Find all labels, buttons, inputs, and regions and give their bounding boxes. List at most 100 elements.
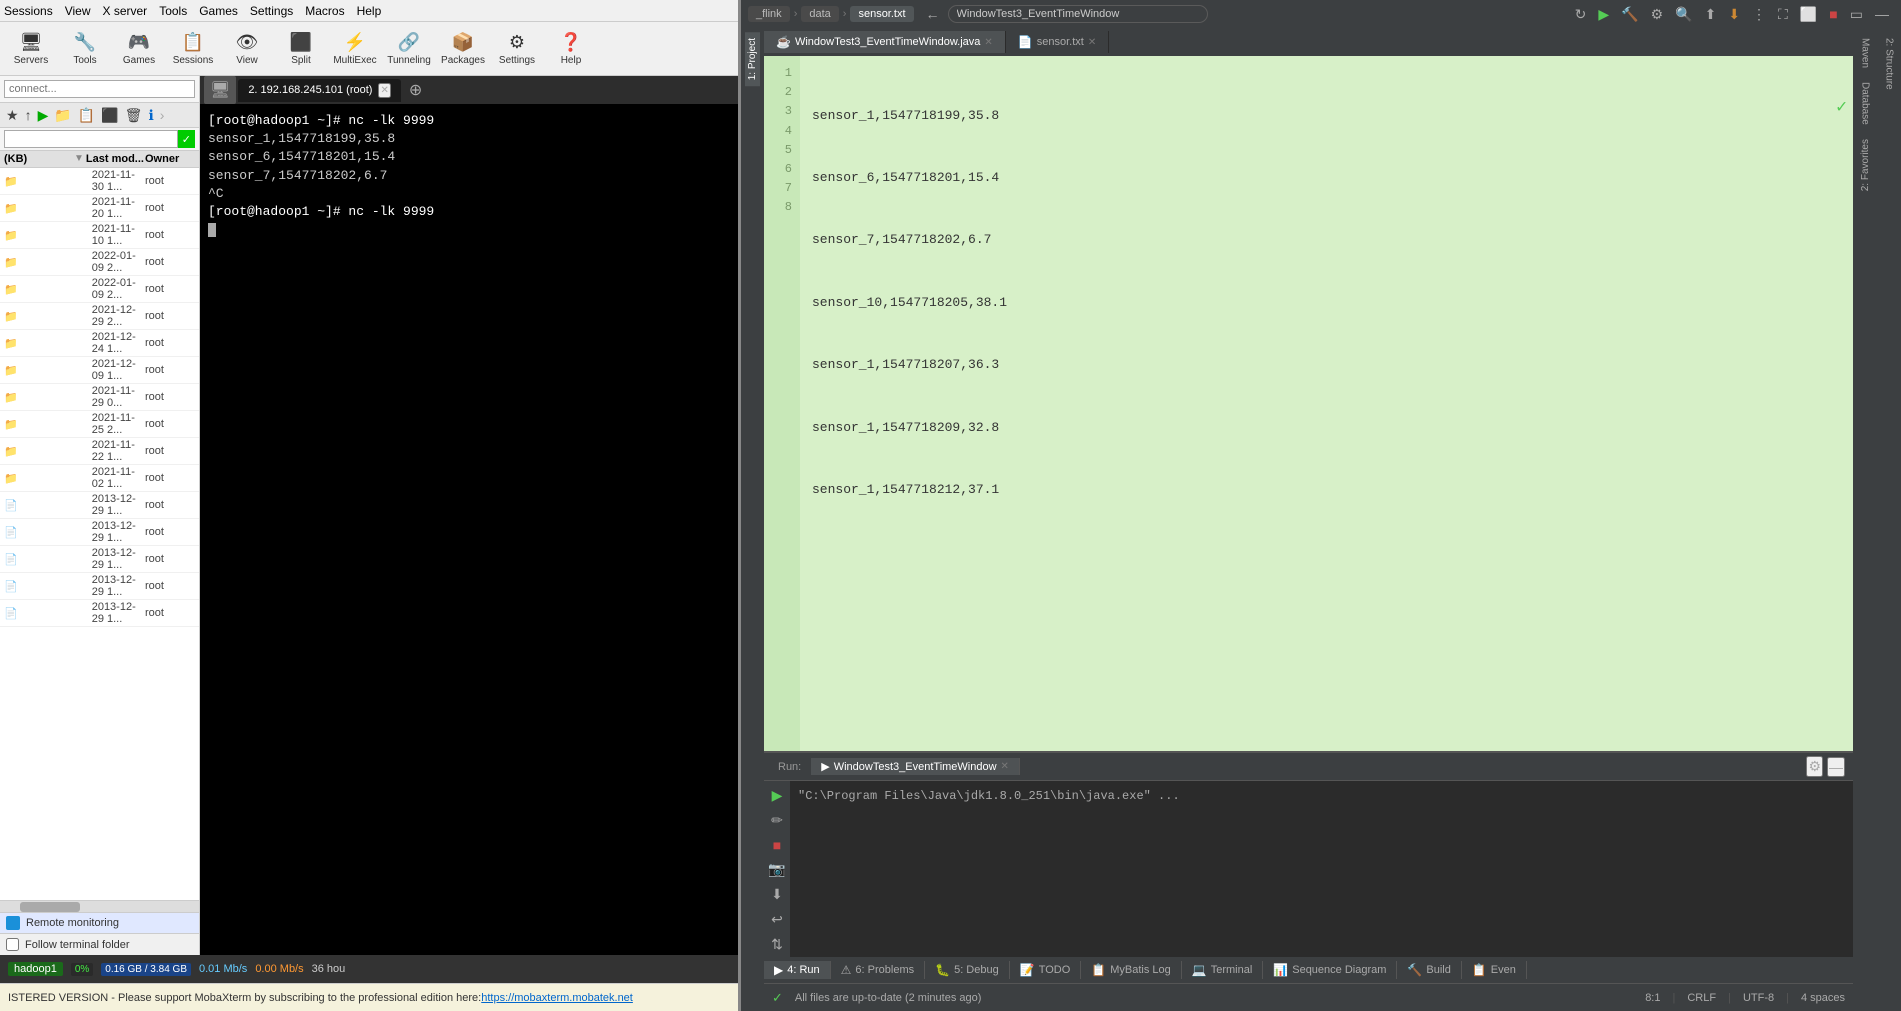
run-stop-btn[interactable]: ■ xyxy=(771,835,783,855)
toolbar-view[interactable]: 👁 View xyxy=(222,26,272,72)
toolbar-settings[interactable]: ⚙ Settings xyxy=(492,26,542,72)
more-btn[interactable]: ⋮ xyxy=(1748,4,1770,25)
btab-problems[interactable]: ⚠ 6: Problems xyxy=(831,961,925,979)
toolbar-servers[interactable]: 🖥 Servers xyxy=(6,26,56,72)
run-camera-btn[interactable]: 📷 xyxy=(766,859,787,880)
toolbar-games[interactable]: 🎮 Games xyxy=(114,26,164,72)
toolbar-multiexec[interactable]: ⚡ MultiExec xyxy=(330,26,380,72)
run-content[interactable]: "C:\Program Files\Java\jdk1.8.0_251\bin\… xyxy=(790,781,1853,957)
toolbar-packages[interactable]: 📦 Packages xyxy=(438,26,488,72)
breadcrumb-data[interactable]: data xyxy=(801,6,838,22)
list-item[interactable]: 📁 2021-12-09 1... root xyxy=(0,357,199,384)
expand-btn[interactable]: ⬜ xyxy=(1796,4,1821,25)
btab-run[interactable]: ▶ 4: Run xyxy=(764,961,831,979)
list-item[interactable]: 📁 2021-11-30 1... root xyxy=(0,168,199,195)
btab-mybatis[interactable]: 📋 MyBatis Log xyxy=(1081,961,1181,979)
list-item[interactable]: 📄 2013-12-29 1... root xyxy=(0,546,199,573)
run-wrap-btn[interactable]: ↩ xyxy=(769,909,785,930)
mobatek-link[interactable]: https://mobaxterm.mobatek.net xyxy=(481,992,633,1004)
sidebar-expand-btn[interactable]: › xyxy=(158,105,167,125)
list-item[interactable]: 📄 2013-12-29 1... root xyxy=(0,519,199,546)
menu-settings[interactable]: Settings xyxy=(250,4,293,18)
sidebar-search-input[interactable] xyxy=(4,130,178,148)
btab-debug[interactable]: 🐛 5: Debug xyxy=(925,961,1010,979)
follow-terminal-checkbox[interactable] xyxy=(6,938,19,951)
sidebar-info-btn[interactable]: ℹ xyxy=(146,106,155,125)
list-item[interactable]: 📁 2021-11-25 2... root xyxy=(0,411,199,438)
refresh-btn[interactable]: ↻ xyxy=(1571,4,1591,25)
toolbar-help[interactable]: ❓ Help xyxy=(546,26,596,72)
back-btn[interactable]: ← xyxy=(922,4,944,24)
run-down-btn[interactable]: ⬇ xyxy=(769,884,785,905)
sidebar-scrollbar[interactable] xyxy=(0,900,199,912)
tab-maven[interactable]: Maven xyxy=(1858,32,1873,74)
sidebar-new-session-btn[interactable]: ★ xyxy=(4,106,21,125)
list-item[interactable]: 📁 2021-11-29 0... root xyxy=(0,384,199,411)
run-btn[interactable]: ▶ xyxy=(1594,4,1613,25)
menu-help[interactable]: Help xyxy=(357,4,382,18)
list-item[interactable]: 📁 2021-11-22 1... root xyxy=(0,438,199,465)
menu-games[interactable]: Games xyxy=(199,4,238,18)
sidebar-folder-btn[interactable]: 📁 xyxy=(52,106,73,125)
connect-input[interactable] xyxy=(4,80,195,98)
run-settings-btn[interactable]: ⚙ xyxy=(1806,756,1823,777)
path-input[interactable] xyxy=(948,5,1208,23)
sidebar-stop-btn[interactable]: ⬛ xyxy=(99,106,120,125)
list-item[interactable]: 📄 2013-12-29 1... root xyxy=(0,573,199,600)
tab-database[interactable]: Database xyxy=(1858,76,1873,131)
toolbar-split[interactable]: ⬛ Split xyxy=(276,26,326,72)
toolbar-sessions[interactable]: 📋 Sessions xyxy=(168,26,218,72)
list-item[interactable]: 📄 2013-12-29 1... root xyxy=(0,600,199,627)
tab-project[interactable]: 1: Project xyxy=(745,32,760,86)
terminal-tab-close-btn[interactable]: ✕ xyxy=(378,83,390,98)
list-item[interactable]: 📄 2013-12-29 1... root xyxy=(0,492,199,519)
btab-todo[interactable]: 📝 TODO xyxy=(1010,961,1082,979)
run-play-btn[interactable]: ▶ xyxy=(770,785,785,806)
sidebar-up-btn[interactable]: ↑ xyxy=(23,106,34,124)
toolbar-tools[interactable]: 🔧 Tools xyxy=(60,26,110,72)
update-btn[interactable]: ⬇ xyxy=(1724,4,1744,25)
settings-btn[interactable]: ⚙ xyxy=(1647,4,1668,25)
sidebar-scrollbar-thumb[interactable] xyxy=(20,902,80,912)
list-item[interactable]: 📁 2021-12-29 2... root xyxy=(0,303,199,330)
build-btn[interactable]: 🔨 xyxy=(1617,4,1642,25)
tab-java-file[interactable]: ☕ WindowTest3_EventTimeWindow.java ✕ xyxy=(764,31,1006,53)
fullscreen-btn[interactable]: ⛶ xyxy=(1774,4,1792,25)
share-btn[interactable]: ⬆ xyxy=(1701,4,1721,25)
sidebar-delete-btn[interactable]: 🗑 xyxy=(123,106,145,125)
breadcrumb-sensor[interactable]: sensor.txt xyxy=(850,6,913,22)
toolbar-tunneling[interactable]: 🔗 Tunneling xyxy=(384,26,434,72)
list-item[interactable]: 📁 2022-01-09 2... root xyxy=(0,249,199,276)
terminal-tab-active[interactable]: 2. 192.168.245.101 (root) ✕ xyxy=(238,79,401,102)
sidebar-start-btn[interactable]: ▶ xyxy=(36,106,51,125)
java-tab-close-btn[interactable]: ✕ xyxy=(984,37,992,48)
menu-sessions[interactable]: Sessions xyxy=(4,4,53,18)
remote-monitoring[interactable]: Remote monitoring xyxy=(0,912,199,933)
terminal-add-tab-btn[interactable]: ⊕ xyxy=(403,78,428,102)
run-minimize-btn[interactable]: — xyxy=(1827,757,1845,777)
sidebar-copy-btn[interactable]: 📋 xyxy=(76,106,97,125)
run-sort-btn[interactable]: ⇅ xyxy=(769,934,785,955)
btab-build[interactable]: 🔨 Build xyxy=(1397,961,1461,979)
terminal-content[interactable]: [root@hadoop1 ~]# nc -lk 9999 sensor_1,1… xyxy=(200,104,740,955)
breadcrumb-flink[interactable]: _flink xyxy=(748,6,790,22)
sidebar-search-go-btn[interactable]: ✓ xyxy=(178,130,195,148)
list-item[interactable]: 📁 2021-11-10 1... root xyxy=(0,222,199,249)
run-tab-close-btn[interactable]: ✕ xyxy=(1001,761,1009,772)
menu-xserver[interactable]: X server xyxy=(103,4,148,18)
btab-sequence[interactable]: 📊 Sequence Diagram xyxy=(1263,961,1397,979)
search-btn[interactable]: 🔍 xyxy=(1671,4,1696,25)
list-item[interactable]: 📁 2021-11-02 1... root xyxy=(0,465,199,492)
sensor-tab-close-btn[interactable]: ✕ xyxy=(1088,37,1096,48)
run-tab-active[interactable]: ▶ WindowTest3_EventTimeWindow ✕ xyxy=(811,758,1020,775)
stop-btn[interactable]: ■ xyxy=(1825,4,1841,24)
tab-structure[interactable]: 2: Structure xyxy=(1882,32,1897,96)
list-item[interactable]: 📁 2021-12-24 1... root xyxy=(0,330,199,357)
list-item[interactable]: 📁 2021-11-20 1... root xyxy=(0,195,199,222)
minimize-btn[interactable]: — xyxy=(1871,4,1893,24)
tab-sensor-file[interactable]: 📄 sensor.txt ✕ xyxy=(1006,31,1109,53)
list-item[interactable]: 📁 2022-01-09 2... root xyxy=(0,276,199,303)
btab-event[interactable]: 📋 Even xyxy=(1462,961,1527,979)
ide-editor-content[interactable]: 1 2 3 4 5 6 7 8 sensor_1,1547718199,35.8… xyxy=(764,56,1853,751)
tab-favorites[interactable]: 2: Favorites xyxy=(1858,133,1873,197)
